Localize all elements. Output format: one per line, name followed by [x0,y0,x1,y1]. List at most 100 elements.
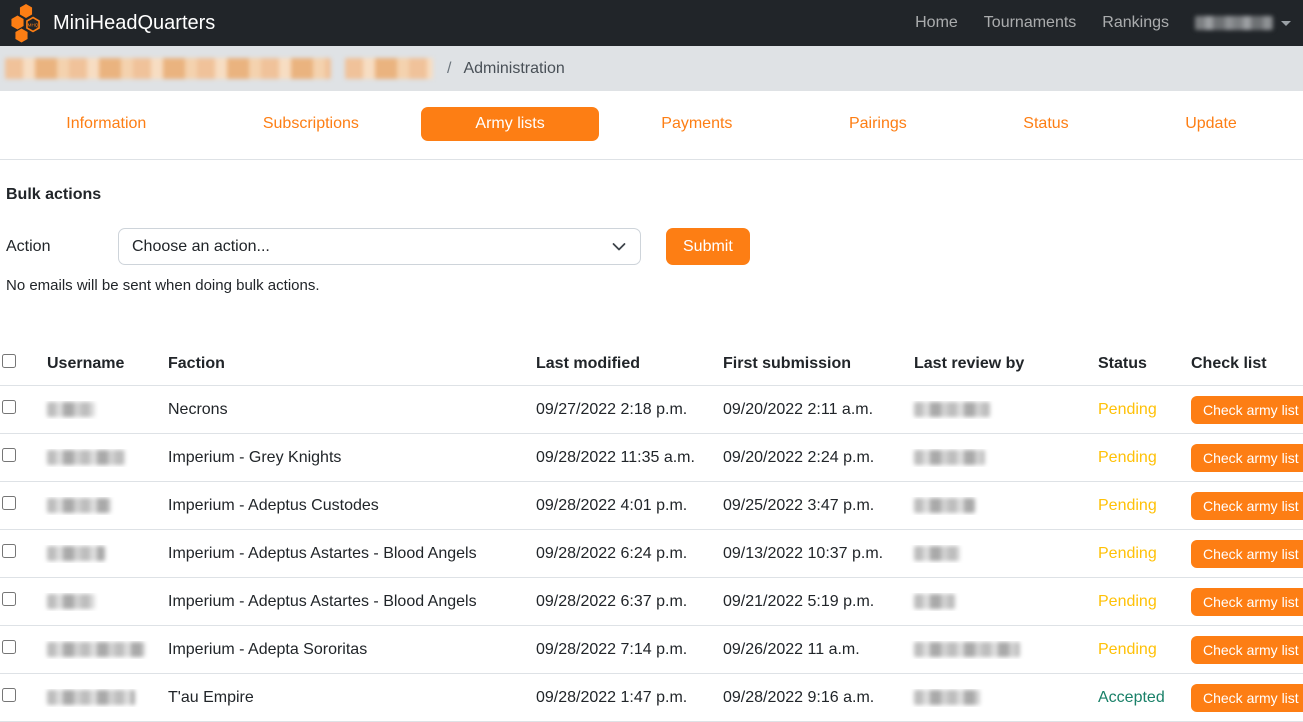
col-faction: Faction [161,355,529,373]
check-army-list-button[interactable]: Check army list [1191,540,1303,568]
first-submission-cell: 09/20/2022 2:11 a.m. [716,401,907,419]
nav-home[interactable]: Home [915,14,958,32]
redacted-reviewer [914,690,980,705]
last-modified-cell: 09/28/2022 6:24 p.m. [529,545,716,563]
faction-cell: Imperium - Adepta Sororitas [161,641,529,659]
table-row: Imperium - Adeptus Astartes - Blood Ange… [0,578,1303,626]
redacted-reviewer [914,546,960,561]
table-row: Imperium - Adepta Sororitas 09/28/2022 7… [0,626,1303,674]
redacted-username [47,546,105,561]
table-row: Imperium - Adeptus Custodes 09/28/2022 4… [0,482,1303,530]
check-army-list-button[interactable]: Check army list [1191,636,1303,664]
table-header-row: Username Faction Last modified First sub… [0,342,1303,386]
tab-payments[interactable]: Payments [607,107,787,141]
nav-rankings[interactable]: Rankings [1102,14,1169,32]
tab-status[interactable]: Status [969,107,1123,141]
bulk-actions-note: No emails will be sent when doing bulk a… [6,277,1297,294]
check-army-list-button[interactable]: Check army list [1191,492,1303,520]
row-checkbox[interactable] [2,400,16,414]
tab-army-lists[interactable]: Army lists [421,107,599,141]
first-submission-cell: 09/28/2022 9:16 a.m. [716,689,907,707]
caret-down-icon [1281,21,1291,26]
col-last-modified: Last modified [529,355,716,373]
status-text: Pending [1091,449,1184,467]
status-text: Accepted [1091,689,1184,707]
breadcrumb-separator: / [447,60,451,78]
redacted-breadcrumb-link[interactable] [345,58,433,79]
tab-bar: InformationSubscriptionsArmy listsPaymen… [0,91,1303,160]
svg-text:MHQ: MHQ [28,22,39,27]
action-label: Action [6,238,118,256]
redacted-username-display [1195,16,1273,30]
bulk-actions-heading: Bulk actions [6,186,1297,204]
check-army-list-button[interactable]: Check army list [1191,444,1303,472]
last-modified-cell: 09/28/2022 6:37 p.m. [529,593,716,611]
brand-title: MiniHeadQuarters [53,12,215,35]
status-text: Pending [1091,497,1184,515]
col-check-list: Check list [1184,355,1303,373]
row-checkbox[interactable] [2,544,16,558]
faction-cell: Imperium - Adeptus Custodes [161,497,529,515]
first-submission-cell: 09/13/2022 10:37 p.m. [716,545,907,563]
col-status: Status [1091,355,1184,373]
redacted-username [47,402,95,417]
tab-pairings[interactable]: Pairings [795,107,961,141]
check-army-list-button[interactable]: Check army list [1191,396,1303,424]
redacted-username [47,642,145,657]
check-army-list-button[interactable]: Check army list [1191,588,1303,616]
redacted-reviewer [914,450,985,465]
faction-cell: Imperium - Grey Knights [161,449,529,467]
mhq-logo-icon: MHQ [10,3,44,43]
nav-tournaments[interactable]: Tournaments [984,14,1077,32]
table-row: T'au Empire 09/28/2022 1:47 p.m. 09/28/2… [0,674,1303,722]
action-select[interactable]: Choose an action... [118,228,641,265]
tab-information[interactable]: Information [12,107,201,141]
first-submission-cell: 09/25/2022 3:47 p.m. [716,497,907,515]
redacted-reviewer [914,594,955,609]
select-all-checkbox[interactable] [2,354,16,368]
row-checkbox[interactable] [2,688,16,702]
last-modified-cell: 09/27/2022 2:18 p.m. [529,401,716,419]
tab-update[interactable]: Update [1131,107,1291,141]
row-checkbox[interactable] [2,592,16,606]
redacted-username [47,450,125,465]
app-header: MHQ MiniHeadQuarters Home Tournaments Ra… [0,0,1303,46]
row-checkbox[interactable] [2,448,16,462]
tab-subscriptions[interactable]: Subscriptions [209,107,414,141]
row-checkbox[interactable] [2,640,16,654]
last-modified-cell: 09/28/2022 1:47 p.m. [529,689,716,707]
redacted-breadcrumb-tournament-link[interactable] [5,58,331,79]
table-row: Imperium - Adeptus Astartes - Blood Ange… [0,530,1303,578]
table-body: Necrons 09/27/2022 2:18 p.m. 09/20/2022 … [0,386,1303,722]
last-modified-cell: 09/28/2022 11:35 a.m. [529,449,716,467]
faction-cell: Imperium - Adeptus Astartes - Blood Ange… [161,593,529,611]
check-army-list-button[interactable]: Check army list [1191,684,1303,712]
breadcrumb-current: Administration [463,60,564,78]
col-username: Username [40,355,161,373]
breadcrumb: / Administration [0,46,1303,91]
bulk-actions-section: Bulk actions Action Choose an action... … [0,160,1303,294]
table-row: Necrons 09/27/2022 2:18 p.m. 09/20/2022 … [0,386,1303,434]
redacted-reviewer [914,402,990,417]
col-first-submission: First submission [716,355,907,373]
redacted-reviewer [914,642,1020,657]
col-last-review-by: Last review by [907,355,1091,373]
army-lists-table: Username Faction Last modified First sub… [0,342,1303,722]
redacted-reviewer [914,498,975,513]
faction-cell: Imperium - Adeptus Astartes - Blood Ange… [161,545,529,563]
first-submission-cell: 09/26/2022 11 a.m. [716,641,907,659]
action-select-wrap: Choose an action... [118,228,641,265]
status-text: Pending [1091,641,1184,659]
first-submission-cell: 09/21/2022 5:19 p.m. [716,593,907,611]
faction-cell: T'au Empire [161,689,529,707]
user-menu[interactable] [1195,16,1291,30]
top-nav: Home Tournaments Rankings [915,14,1291,32]
submit-button[interactable]: Submit [666,228,750,265]
brand-link[interactable]: MHQ MiniHeadQuarters [10,3,215,43]
status-text: Pending [1091,401,1184,419]
status-text: Pending [1091,545,1184,563]
row-checkbox[interactable] [2,496,16,510]
status-text: Pending [1091,593,1184,611]
last-modified-cell: 09/28/2022 7:14 p.m. [529,641,716,659]
table-row: Imperium - Grey Knights 09/28/2022 11:35… [0,434,1303,482]
